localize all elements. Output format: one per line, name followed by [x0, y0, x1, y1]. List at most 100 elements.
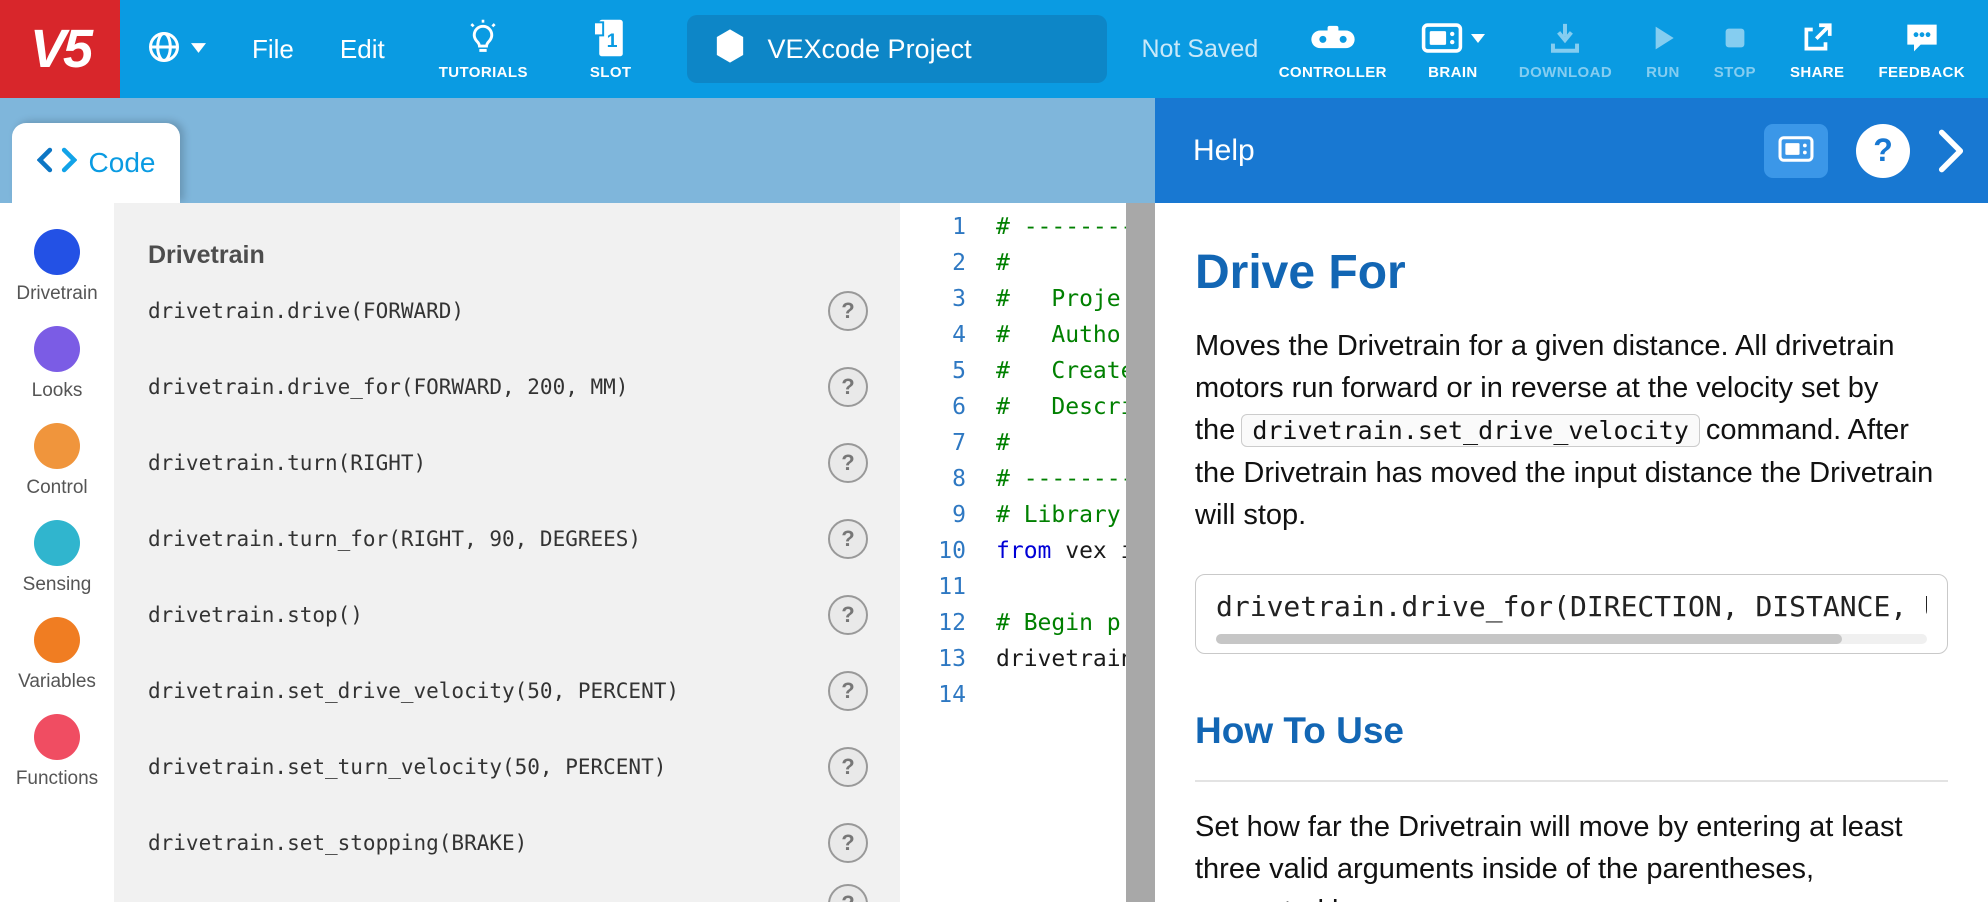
sidebar-item-looks[interactable]: Looks: [32, 326, 83, 402]
category-label: Looks: [32, 380, 83, 402]
vex-v5-logo[interactable]: V5: [0, 0, 120, 98]
help-brain-button[interactable]: [1764, 124, 1828, 178]
run-label: RUN: [1646, 64, 1680, 81]
code-line[interactable]: 10from vex i: [900, 533, 1126, 569]
controller-button[interactable]: CONTROLLER: [1262, 17, 1404, 81]
command-row: drivetrain.turn_for(RIGHT, 90, DEGREES)?: [148, 501, 868, 577]
code-line[interactable]: 9# Library: [900, 497, 1126, 533]
code-line-text: # Descri: [996, 394, 1126, 420]
code-line[interactable]: 6# Descri: [900, 389, 1126, 425]
code-line[interactable]: 1# ----------: [900, 209, 1126, 245]
menu-edit[interactable]: Edit: [340, 34, 385, 65]
command-help-button[interactable]: ?: [828, 519, 868, 559]
command-row: drivetrain.turn(RIGHT)?: [148, 425, 868, 501]
command-row: drivetrain.drive_for(FORWARD, 200, MM)?: [148, 349, 868, 425]
command-text[interactable]: drivetrain.set_drive_velocity(50, PERCEN…: [148, 679, 679, 703]
code-line[interactable]: 14: [900, 677, 1126, 713]
slot-document-icon: 1: [594, 17, 628, 59]
line-number: 3: [900, 286, 966, 312]
command-text[interactable]: drivetrain.drive(FORWARD): [148, 299, 464, 323]
sensing-category-icon[interactable]: [34, 520, 80, 566]
command-text[interactable]: drivetrain.turn_for(RIGHT, 90, DEGREES): [148, 527, 641, 551]
command-text[interactable]: drivetrain.turn(RIGHT): [148, 451, 426, 475]
code-line[interactable]: 4# Autho: [900, 317, 1126, 353]
command-help-button[interactable]: ?: [828, 823, 868, 863]
help-question-button[interactable]: ?: [1856, 124, 1910, 178]
collapse-help-panel-button[interactable]: [1938, 128, 1964, 174]
sidebar-item-functions[interactable]: Functions: [16, 714, 98, 790]
brain-button[interactable]: BRAIN: [1404, 17, 1502, 81]
command-list: drivetrain.drive(FORWARD)?drivetrain.dri…: [148, 273, 868, 881]
control-category-icon[interactable]: [34, 423, 80, 469]
question-mark-icon: ?: [1873, 132, 1893, 169]
sidebar-item-sensing[interactable]: Sensing: [23, 520, 92, 596]
line-number: 9: [900, 502, 966, 528]
command-help-button[interactable]: ?: [828, 291, 868, 331]
line-number: 4: [900, 322, 966, 348]
command-signature-box: drivetrain.drive_for(DIRECTION, DISTANCE…: [1195, 574, 1948, 654]
feedback-label: FEEDBACK: [1878, 64, 1965, 81]
command-text[interactable]: drivetrain.set_turn_velocity(50, PERCENT…: [148, 755, 666, 779]
command-help-button[interactable]: ?: [828, 747, 868, 787]
download-icon: [1548, 17, 1582, 59]
run-button[interactable]: RUN: [1629, 17, 1697, 81]
code-line-text: #: [996, 250, 1010, 276]
command-help-button[interactable]: ?: [828, 884, 868, 902]
command-text[interactable]: drivetrain.stop(): [148, 603, 363, 627]
download-label: DOWNLOAD: [1519, 64, 1612, 81]
subbar: Code: [0, 98, 1155, 203]
line-number: 12: [900, 610, 966, 636]
feedback-button[interactable]: FEEDBACK: [1861, 17, 1982, 81]
how-to-use-text: Set how far the Drivetrain will move by …: [1195, 806, 1948, 902]
signature-scrollbar-thumb[interactable]: [1216, 634, 1842, 644]
tab-code[interactable]: Code: [12, 123, 180, 203]
code-line-text: drivetrain: [996, 646, 1126, 672]
command-help-button[interactable]: ?: [828, 443, 868, 483]
language-menu[interactable]: [146, 29, 206, 70]
slot-button[interactable]: 1 SLOT: [590, 17, 632, 81]
tutorials-button[interactable]: TUTORIALS: [439, 17, 528, 81]
sidebar-item-control[interactable]: Control: [26, 423, 87, 499]
code-line[interactable]: 7#: [900, 425, 1126, 461]
help-description: Moves the Drivetrain for a given distanc…: [1195, 325, 1948, 536]
drivetrain-category-icon[interactable]: [34, 229, 80, 275]
code-line[interactable]: 3# Proje: [900, 281, 1126, 317]
category-label: Control: [26, 477, 87, 499]
sidebar-item-drivetrain[interactable]: Drivetrain: [16, 229, 97, 305]
code-line[interactable]: 2#: [900, 245, 1126, 281]
command-help-button[interactable]: ?: [828, 367, 868, 407]
share-button[interactable]: SHARE: [1773, 17, 1862, 81]
download-button[interactable]: DOWNLOAD: [1502, 17, 1629, 81]
variables-category-icon[interactable]: [34, 617, 80, 663]
slot-label: SLOT: [590, 64, 632, 81]
looks-category-icon[interactable]: [34, 326, 80, 372]
menu-file[interactable]: File: [252, 34, 294, 65]
code-line[interactable]: 5# Create: [900, 353, 1126, 389]
code-editor[interactable]: 1# ----------2#3# Proje4# Autho5# Create…: [900, 203, 1126, 902]
feedback-bubble-icon: [1904, 17, 1940, 59]
code-line[interactable]: 13drivetrain: [900, 641, 1126, 677]
code-line-text: # Begin p: [996, 610, 1121, 636]
editor-scrollbar[interactable]: [1126, 203, 1155, 902]
save-status: Not Saved: [1141, 35, 1258, 64]
stop-button[interactable]: STOP: [1697, 17, 1773, 81]
command-help-button[interactable]: ?: [828, 671, 868, 711]
project-name-box[interactable]: VEXcode Project: [687, 15, 1107, 83]
category-label: Sensing: [23, 574, 92, 596]
brain-icon: [1778, 136, 1814, 165]
command-help-button[interactable]: ?: [828, 595, 868, 635]
command-text[interactable]: drivetrain.set_stopping(BRAKE): [148, 831, 527, 855]
code-line[interactable]: 8# ----------: [900, 461, 1126, 497]
line-number: 2: [900, 250, 966, 276]
code-tab-label: Code: [89, 147, 156, 179]
functions-category-icon[interactable]: [34, 714, 80, 760]
code-line[interactable]: 11: [900, 569, 1126, 605]
share-icon: [1800, 17, 1834, 59]
code-line[interactable]: 12 # Begin p: [900, 605, 1126, 641]
sidebar-item-variables[interactable]: Variables: [18, 617, 96, 693]
command-signature: drivetrain.drive_for(DIRECTION, DISTANCE…: [1216, 590, 1927, 623]
chevron-down-icon: [191, 40, 206, 58]
command-text[interactable]: drivetrain.drive_for(FORWARD, 200, MM): [148, 375, 628, 399]
command-panel-header: Drivetrain: [148, 241, 868, 271]
command-row: drivetrain.set_drive_velocity(50, PERCEN…: [148, 653, 868, 729]
